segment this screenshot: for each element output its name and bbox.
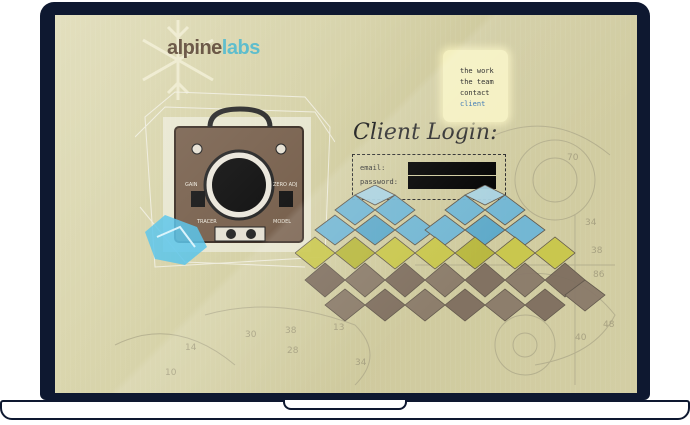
alpinelabs-logo[interactable]: alpinelabs <box>167 37 260 60</box>
device-label: MODEL <box>273 219 291 225</box>
sketch-number: 10 <box>165 368 177 378</box>
logo-text-alpine: alpine <box>167 37 222 59</box>
sketch-number: 70 <box>567 153 579 163</box>
main-nav: the work the team contact client <box>460 66 494 110</box>
device-label: TRACER <box>196 219 217 225</box>
device-label: ZERO ADJ <box>273 182 297 188</box>
nav-item-contact[interactable]: contact <box>460 88 494 99</box>
laptop-base-notch <box>283 400 407 410</box>
email-label: email: <box>360 164 386 172</box>
sketch-number: 30 <box>245 330 257 340</box>
device-label: GAIN <box>185 182 198 188</box>
nav-item-the-work[interactable]: the work <box>460 66 494 77</box>
email-field[interactable] <box>408 162 496 175</box>
client-login-title: Client Login: <box>353 120 498 145</box>
sketch-number: 28 <box>287 346 299 356</box>
nav-item-client[interactable]: client <box>460 99 494 110</box>
nav-item-the-team[interactable]: the team <box>460 77 494 88</box>
website-screen: 70 34 38 86 48 30 38 28 14 13 40 34 10 a… <box>55 15 637 393</box>
logo-text-labs: labs <box>221 37 261 59</box>
sketch-number: 14 <box>185 343 197 353</box>
sketch-number: 34 <box>355 358 367 368</box>
diamond-pattern-illustration <box>295 185 606 322</box>
